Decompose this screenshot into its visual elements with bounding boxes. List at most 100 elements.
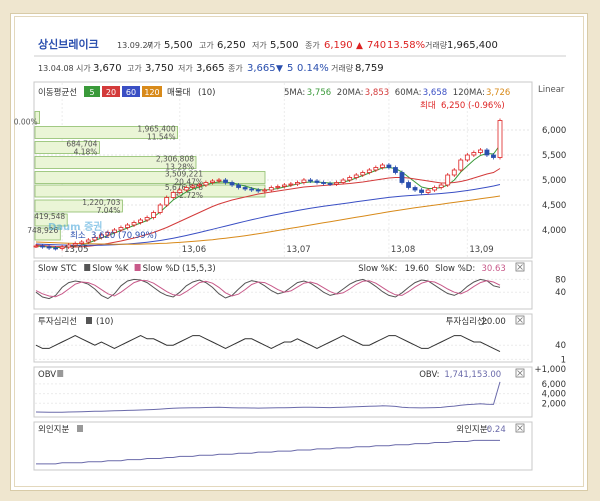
candle-body [40,245,45,248]
panel-title: 투자심리선 [38,316,77,327]
panel-y-tick: +1,000 [535,365,566,375]
panel-y-tick: 4,000 [542,390,566,400]
panel-readout: Slow %K: [358,264,397,274]
candle-body [177,189,183,193]
panel-param: (10) [96,317,113,327]
price-y-axis: 6,000 5,500 5,000 4,500 4,000 [542,126,566,236]
x-tick-label: 13,08 [391,245,415,255]
candle-body [79,241,85,244]
candle-body [288,183,294,186]
candle-body [196,184,202,187]
candle-body [170,192,176,198]
candle-body [445,174,451,186]
volume-profile-param: (10) [198,88,215,98]
candle-body [33,245,39,248]
sub-date: 13.04.08 [38,64,74,73]
change-value: 740 [367,40,386,51]
panel-series-swatch [86,317,92,324]
candle-body [379,164,385,168]
close-value: 6,190 [324,40,353,51]
panel-series-swatch [134,264,141,271]
ma-20-label: 20 [106,88,116,97]
candle-body [386,164,392,168]
panel-readout: 19.60 [405,264,429,274]
candle-body [164,197,170,206]
open-value: 5,500 [164,40,193,51]
candle-body [497,120,503,158]
panel-param: (15,5,3) [182,264,216,274]
panel-series-name: Slow %D [143,264,181,274]
candle-body [223,179,228,183]
candle-body [471,152,477,156]
panel-투자심리선: 40투자심리선 (10) 투자심리선:20.00 [33,313,566,363]
candle-body [491,154,496,158]
ma-60-label: 60 [126,88,136,97]
candle-body [85,239,91,243]
low-value: 5,500 [270,40,299,51]
x-tick-label: 13,07 [286,245,310,255]
x-tick-label: 13,09 [469,245,493,255]
candle-body [255,189,261,192]
candle-body [412,187,418,191]
ma-readouts: 5MA: 3,756 20MA: 3,853 60MA: 3,658 120MA: 3,726 [284,88,510,98]
sub-low-value: 3,665 [196,63,225,74]
price-y-tick: 4,500 [542,201,566,211]
close-label: 종가 [305,41,320,50]
panel-readout: 0.24 [487,425,506,435]
panel-y-tick: 40 [555,288,566,298]
sub-change-pct: 0.14% [297,63,329,74]
watermark-logo: Daum 증권 [48,221,102,233]
candle-body [46,246,52,249]
panel-readout: 20.00 [482,317,506,327]
candle-body [151,212,157,218]
panel-y-tick: 1 [561,355,566,365]
volume-profile-pct: 4.18% [74,148,98,157]
panel-y-tick: 80 [555,275,566,285]
candle-body [406,182,411,188]
candle-body [190,185,196,188]
sub-open-value: 3,670 [93,63,122,74]
sub-change-value: 5 [287,63,293,74]
sub-close-label: 종가 [228,64,243,73]
ma-120-label: 120 [144,88,159,97]
candle-body [203,182,209,186]
scale-label: Linear [538,85,565,95]
volume-profile-pct: 11.54% [147,133,176,142]
candle-body [327,183,333,185]
ma-readout-label: 120MA: [453,88,485,98]
panel-title: 외인지분 [38,424,69,435]
panel-readout: 외인지분: [456,424,490,435]
ma-readout-label: 5MA: [284,88,305,98]
panel-series-swatch [84,264,91,271]
candle-body [236,184,241,188]
candle-body [314,180,320,183]
price-legend: 이동평균선 5 20 60 120 매물대 (10) [38,86,215,98]
sub-close-value: 3,665 [247,63,276,74]
sub-high-label: 고가 [127,64,142,73]
x-tick-label: 13,06 [182,245,206,255]
candle-body [242,187,248,190]
panel-OBV: +1,000 6,0004,0002,000 OBV OBV: 1,741,153.00 [33,365,566,418]
candle-body [210,180,215,183]
indicator-panels: 80 40 Slow STC Slow %K Slow %D (15,5,3) Slow %… [33,260,566,471]
volume-profile-title: 매물대 [167,88,190,98]
volume-profile-pct: 0.00% [14,118,38,127]
max-label: 최대 [420,100,436,111]
volume-profile-bar [34,184,266,198]
candle-body [334,182,340,185]
panel-readout: Slow %D: [435,264,475,274]
candle-body [399,172,405,183]
candle-body [425,189,431,193]
candle-body [366,169,372,173]
volume-profile-bar [34,171,266,184]
candle-body [249,188,255,191]
ma-readout-label: 20MA: [337,88,364,98]
panel-series-name: Slow %K [92,264,129,274]
panel-readout: 30.63 [482,264,506,274]
ma-title: 이동평균선 [38,87,77,98]
price-y-tick: 4,000 [542,226,566,236]
panel-title: OBV [38,370,56,380]
ma-readout-value: 3,853 [365,88,389,98]
panel-y-tick: 2,000 [542,399,566,409]
up-arrow-icon: ▲ [356,41,363,51]
